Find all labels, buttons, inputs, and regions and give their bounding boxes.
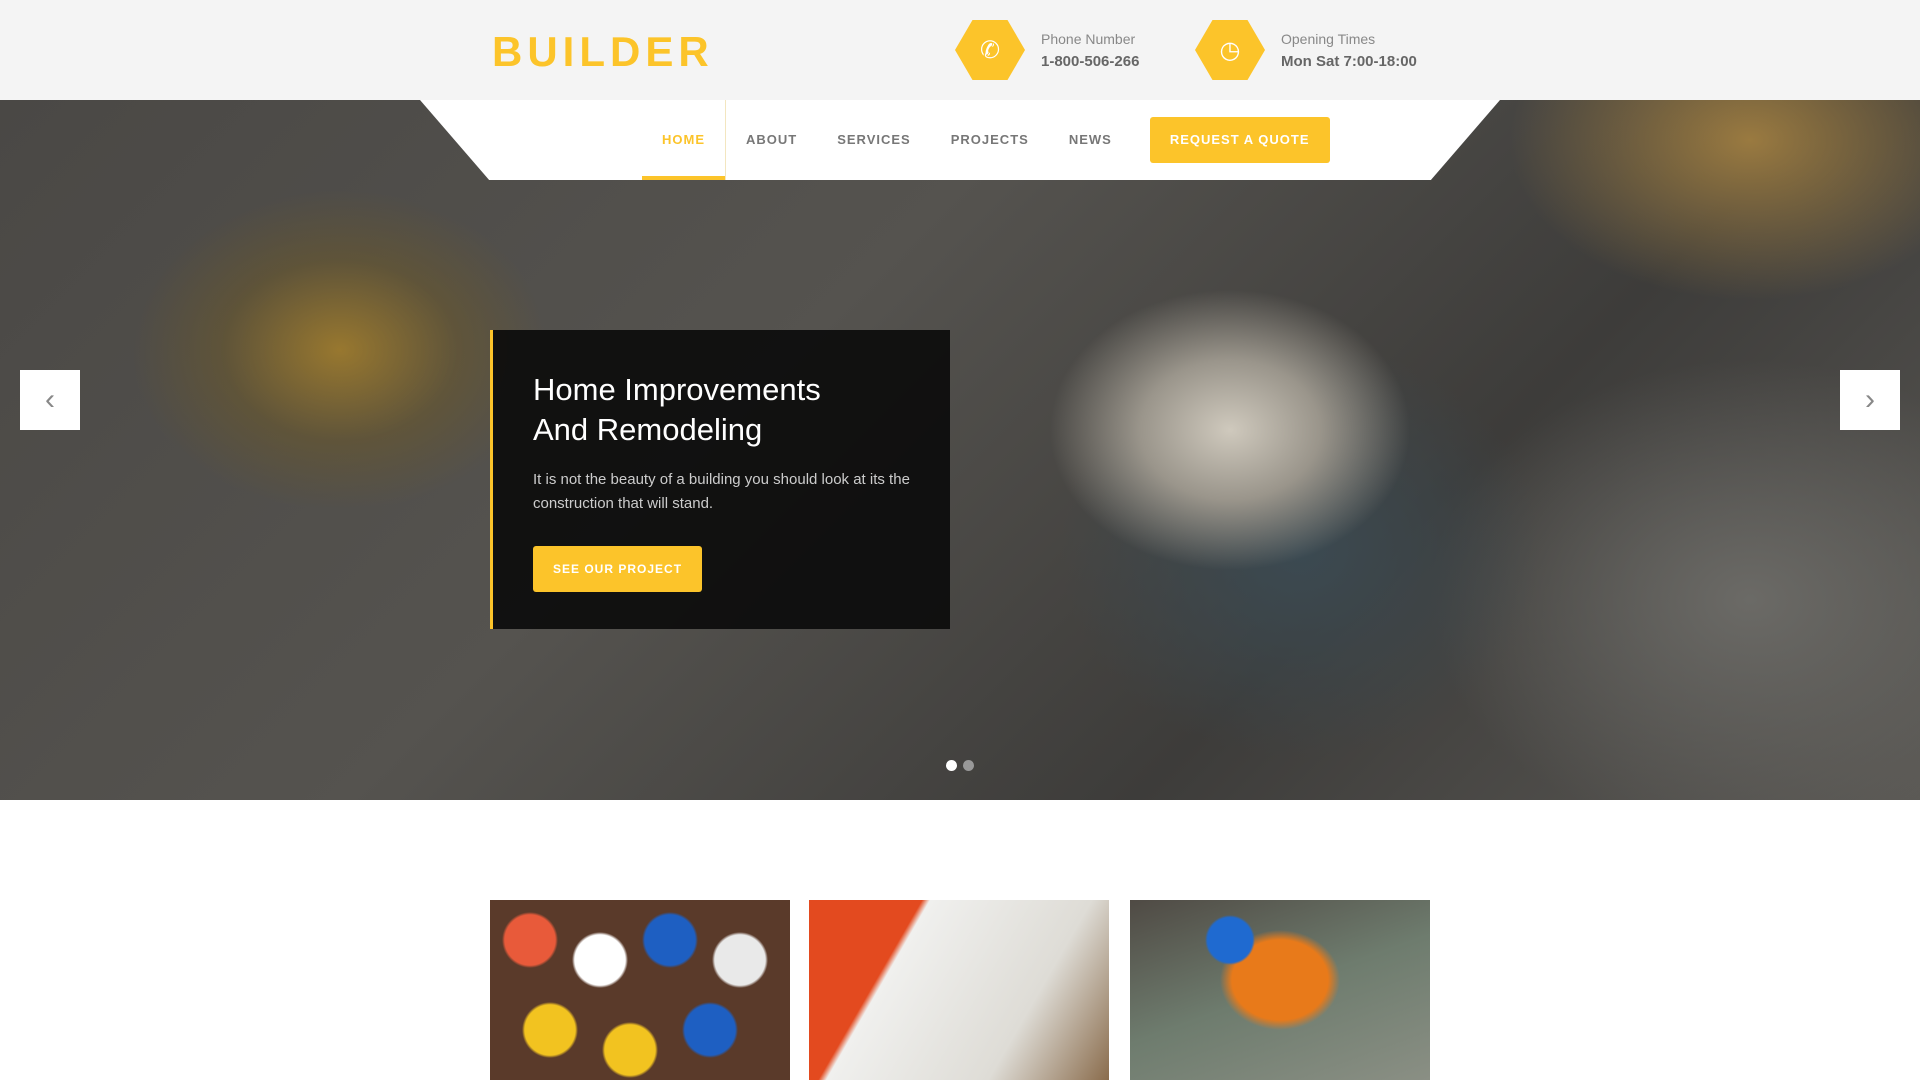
hero-title: Home Improvements And Remodeling: [533, 370, 910, 450]
nav-projects[interactable]: PROJECTS: [931, 100, 1049, 180]
see-our-project-button[interactable]: SEE OUR PROJECT: [533, 546, 703, 592]
prev-slide-button[interactable]: ‹: [20, 370, 80, 430]
roof-worker-image[interactable]: [1130, 900, 1430, 1080]
chevron-right-icon: ›: [1865, 383, 1875, 416]
nav-services[interactable]: SERVICES: [817, 100, 931, 180]
clock-icon: ◷: [1195, 20, 1265, 80]
nav-about[interactable]: ABOUT: [726, 100, 817, 180]
nav-home[interactable]: HOME: [642, 100, 726, 180]
slider-dots: [946, 760, 974, 771]
next-slide-button[interactable]: ›: [1840, 370, 1900, 430]
phone-info: ✆ Phone Number 1-800-506-266: [955, 20, 1139, 80]
hardhats-image[interactable]: [490, 900, 790, 1080]
phone-value: 1-800-506-266: [1041, 52, 1140, 70]
logo[interactable]: BUILDER: [492, 28, 714, 76]
hours-info: ◷ Opening Times Mon Sat 7:00-18:00: [1195, 20, 1417, 80]
top-header: BUILDER ✆ Phone Number 1-800-506-266 ◷ Op…: [0, 0, 1920, 100]
slide-dot-2[interactable]: [963, 760, 974, 771]
chevron-left-icon: ‹: [45, 383, 55, 416]
request-quote-button[interactable]: REQUEST A QUOTE: [1149, 117, 1330, 163]
hours-label: Opening Times: [1281, 30, 1376, 47]
hero-text: It is not the beauty of a building you s…: [533, 471, 910, 512]
phone-label: Phone Number: [1041, 30, 1136, 47]
main-nav: HOME ABOUT SERVICES PROJECTS NEWS REQUES…: [642, 100, 1330, 180]
nav-news[interactable]: NEWS: [1049, 100, 1132, 180]
hero-title-line1: Home Improvements: [533, 372, 821, 407]
hero-caption: Home Improvements And Remodeling It is no…: [490, 330, 950, 629]
slide-dot-1[interactable]: [946, 760, 957, 771]
hero-title-line2: And Remodeling: [533, 412, 763, 447]
hero-slider: [0, 100, 1920, 800]
hours-value: Mon Sat 7:00-18:00: [1281, 52, 1417, 70]
blueprints-image[interactable]: [809, 900, 1109, 1080]
phone-icon: ✆: [955, 20, 1025, 80]
